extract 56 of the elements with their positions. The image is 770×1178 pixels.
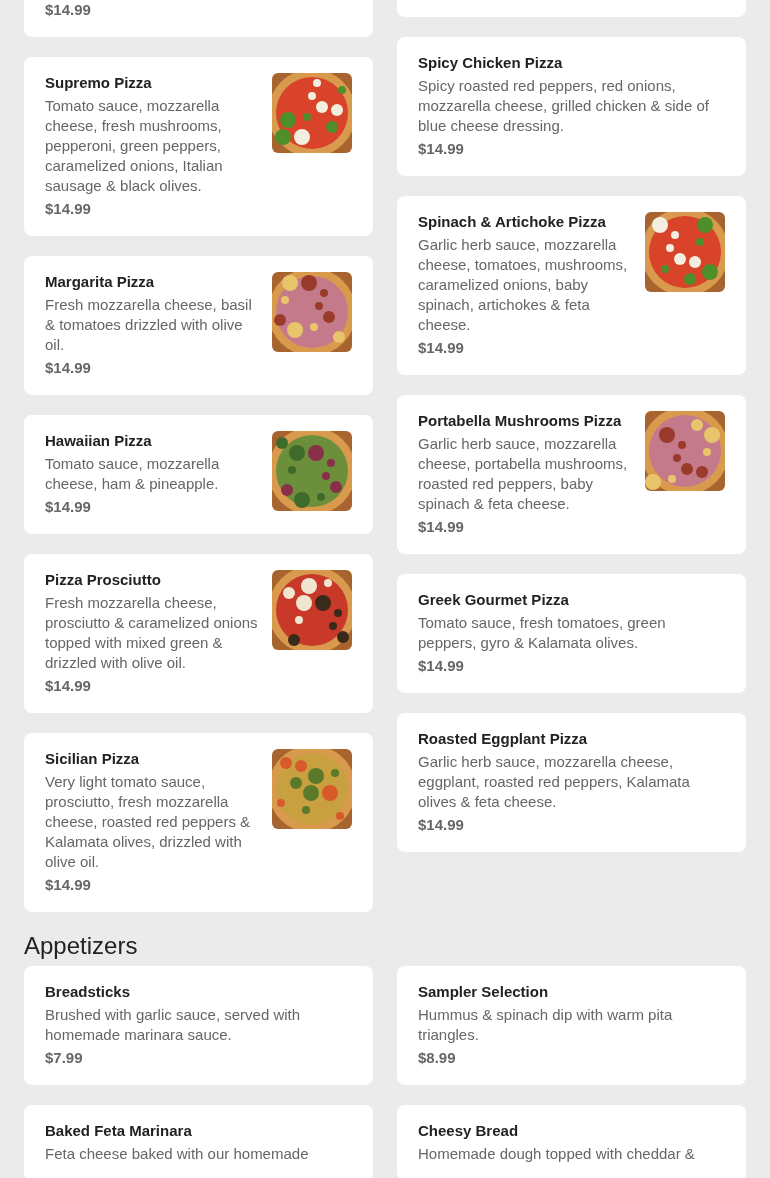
item-name: Pizza Prosciutto [45, 570, 162, 590]
menu-card[interactable]: Cheesy Bread Homemade dough topped with cheddar & [397, 1105, 746, 1178]
item-description: Garlic herb sauce, mozzarella cheese, portabella mushrooms, roasted red peppers, baby spinach & feta cheese. [418, 434, 629, 514]
item-name: Portabella Mushrooms Pizza [418, 411, 623, 431]
item-price: $14.99 [418, 517, 465, 537]
menu-card[interactable]: Portabella Mushrooms Pizza Garlic herb sauce, mozzarella cheese, portabella mushrooms, roasted red peppers, baby spinach & feta cheese. $14.99 [397, 395, 746, 554]
item-price: $14.99 [45, 0, 91, 20]
item-name: Cheesy Bread [418, 1121, 520, 1141]
item-description: Hummus & spinach dip with warm pita triangles. [418, 1005, 674, 1045]
menu-card[interactable]: Breadsticks Brushed with garlic sauce, served with homemade marinara sauce. $7.99 [24, 966, 373, 1085]
menu-card[interactable]: Sampler Selection Hummus & spinach dip with warm pita triangles. $8.99 [397, 966, 746, 1085]
item-name: Supremo Pizza [45, 73, 153, 93]
item-name: Margarita Pizza [45, 272, 156, 292]
item-price: $14.99 [45, 358, 92, 378]
item-price: $14.99 [45, 497, 92, 517]
menu-card[interactable]: Roasted Eggplant Pizza Garlic herb sauce, mozzarella cheese, eggplant, roasted red peppers, Kalamata olives & feta cheese. $14.99 [397, 713, 746, 852]
section-heading: Appetizers [24, 931, 139, 961]
item-name: Baked Feta Marinara [45, 1121, 193, 1141]
item-description: Fresh mozzarella cheese, prosciutto & caramelized onions topped with mixed green & drizzled with olive oil. [45, 593, 259, 673]
item-name: Hawaiian Pizza [45, 431, 153, 451]
menu-card[interactable]: Greek Gourmet Pizza Tomato sauce, fresh tomatoes, green peppers, gyro & Kalamata olives. $14.99 [397, 574, 746, 693]
menu-card[interactable]: Baked Feta Marinara Feta cheese baked with our homemade [24, 1105, 373, 1178]
item-description: Spicy roasted red peppers, red onions, mozzarella cheese, grilled chicken & side of blue cheese dressing. [418, 76, 710, 136]
item-price: $14.99 [45, 676, 92, 696]
menu-card[interactable]: Sicilian Pizza Very light tomato sauce, prosciutto, fresh mozzarella cheese, roasted red peppers & Kalamata olives, drizzled with olive oil. $14.99 [24, 733, 373, 912]
menu-card[interactable]: Spicy Chicken Pizza Spicy roasted red peppers, red onions, mozzarella cheese, grilled chicken & side of blue cheese dressing. $14.99 [397, 37, 746, 176]
menu-card[interactable]: Supremo Pizza Tomato sauce, mozzarella cheese, fresh mushrooms, pepperoni, green peppers, caramelized onions, Italian sausage & black olives. $14.99 [24, 57, 373, 236]
item-description: Fresh mozzarella cheese, basil & tomatoes drizzled with olive oil. [45, 295, 253, 355]
menu-card[interactable]: Pizza Prosciutto Fresh mozzarella cheese, prosciutto & caramelized onions topped with mixed green & drizzled with olive oil. $14.99 [24, 554, 373, 713]
item-description: Garlic herb sauce, mozzarella cheese, tomatoes, mushrooms, caramelized onions, baby spinach, artichokes & feta cheese. [418, 235, 629, 335]
item-price: $14.99 [45, 875, 92, 895]
item-price: $14.99 [418, 139, 465, 159]
item-name: Spicy Chicken Pizza [418, 53, 564, 73]
item-description: Feta cheese baked with our homemade [45, 1144, 310, 1164]
menu-card[interactable]: Hawaiian Pizza Tomato sauce, mozzarella cheese, ham & pineapple. $14.99 [24, 415, 373, 534]
item-name: Sicilian Pizza [45, 749, 141, 769]
item-description: Garlic herb sauce, mozzarella cheese, eggplant, roasted red peppers, Kalamata olives & feta cheese. [418, 752, 691, 812]
item-name: Sampler Selection [418, 982, 550, 1002]
item-price: $8.99 [418, 1048, 457, 1068]
item-price: $14.99 [418, 656, 465, 676]
item-price: $14.99 [418, 338, 465, 358]
item-name: Roasted Eggplant Pizza [418, 729, 589, 749]
item-price: $14.99 [418, 815, 465, 835]
menu-card[interactable]: Margarita Pizza Fresh mozzarella cheese, basil & tomatoes drizzled with olive oil. $14.99 [24, 256, 373, 395]
item-description: Very light tomato sauce, prosciutto, fresh mozzarella cheese, roasted red peppers & Kalamata olives, drizzled with olive oil. [45, 772, 252, 872]
item-description: Brushed with garlic sauce, served with homemade marinara sauce. [45, 1005, 302, 1045]
menu-card[interactable]: Spinach & Artichoke Pizza Garlic herb sauce, mozzarella cheese, tomatoes, mushrooms, caramelized onions, baby spinach, artichokes & feta cheese. $14.99 [397, 196, 746, 375]
item-price: $14.99 [45, 199, 92, 219]
item-description: Tomato sauce, mozzarella cheese, ham & pineapple. [45, 454, 221, 494]
item-name: Breadsticks [45, 982, 132, 1002]
item-description: Homemade dough topped with cheddar & [418, 1144, 696, 1164]
item-price: $7.99 [45, 1048, 84, 1068]
item-description: Tomato sauce, fresh tomatoes, green peppers, gyro & Kalamata olives. [418, 613, 667, 653]
item-name: Spinach & Artichoke Pizza [418, 212, 607, 232]
item-name: Greek Gourmet Pizza [418, 590, 570, 610]
item-description: Tomato sauce, mozzarella cheese, fresh mushrooms, pepperoni, green peppers, caramelized onions, Italian sausage & black olives. [45, 96, 224, 196]
